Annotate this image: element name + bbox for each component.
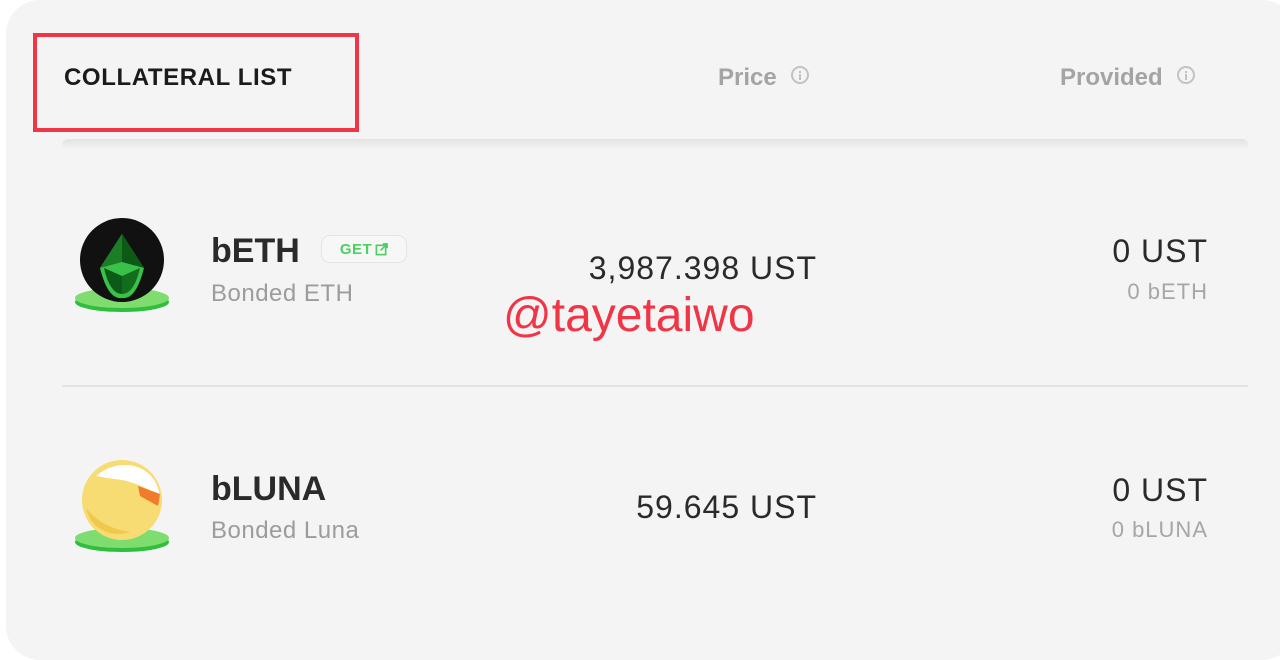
provided-token-value: 0 bETH [1127, 279, 1208, 304]
token-name: Bonded ETH [211, 280, 354, 307]
provided-column-header: Provided [1060, 64, 1195, 92]
page-title: COLLATERAL LIST [64, 64, 293, 91]
token-symbol: bETH [211, 232, 300, 270]
provided-ust-value: 0 UST [1112, 233, 1208, 269]
get-beth-link[interactable]: GET [321, 235, 407, 263]
external-link-icon [375, 242, 389, 255]
price-info-icon[interactable] [790, 66, 809, 84]
provided-ust-value: 0 UST [1112, 472, 1208, 508]
price-column-header: Price [718, 64, 809, 92]
provided-token-value: 0 bLUNA [1111, 517, 1208, 542]
luna-icon [75, 460, 169, 552]
header-divider [62, 139, 1248, 151]
provided-info-icon[interactable] [1176, 66, 1195, 84]
token-symbol: bLUNA [211, 470, 327, 508]
token-name: Bonded Luna [211, 517, 360, 544]
get-label: GET [339, 240, 373, 258]
watermark-text: @tayetaiwo [503, 289, 755, 342]
ethereum-icon [75, 218, 169, 312]
provided-column-label: Provided [1060, 64, 1163, 91]
token-price: 3,987.398 UST [588, 250, 817, 286]
price-column-label: Price [718, 64, 777, 91]
row-divider [62, 385, 1248, 387]
token-price: 59.645 UST [636, 489, 817, 525]
